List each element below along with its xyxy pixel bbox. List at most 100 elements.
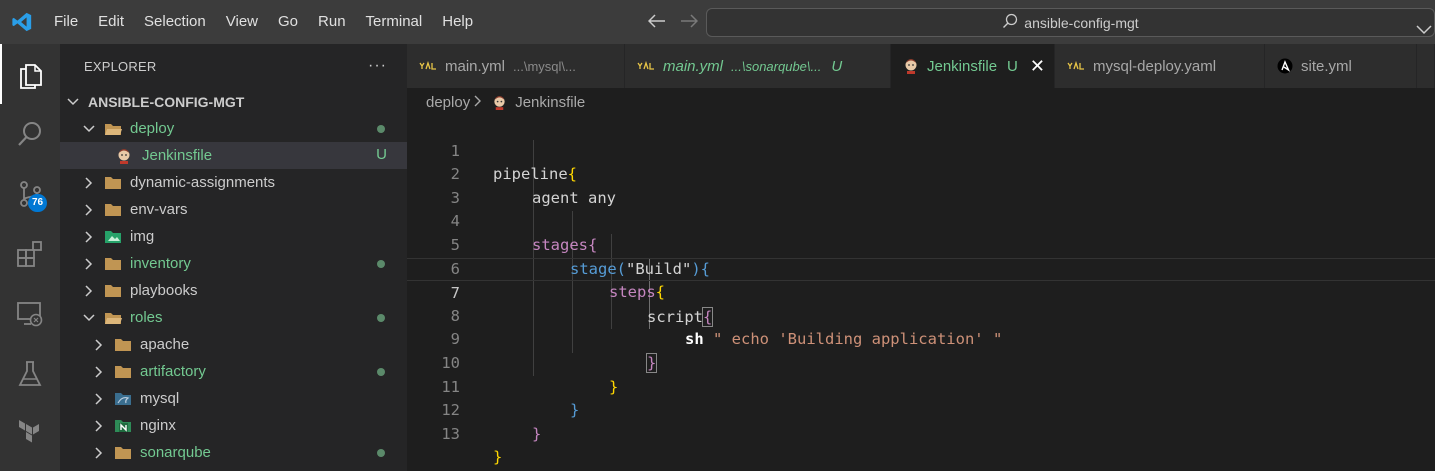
tab-overflow[interactable] bbox=[1417, 44, 1435, 88]
jenkins-icon bbox=[492, 95, 507, 110]
image-folder-icon bbox=[104, 229, 124, 245]
chevron-down-icon bbox=[82, 124, 96, 133]
modified-dot-icon bbox=[377, 449, 385, 457]
chevron-right-icon bbox=[92, 365, 106, 378]
chevron-right-icon bbox=[82, 176, 96, 189]
code-line: 11 } bbox=[441, 377, 580, 420]
chevron-right-icon bbox=[82, 284, 96, 297]
code-line: 6 steps{ bbox=[450, 259, 666, 302]
source-control-icon[interactable]: 76 bbox=[0, 164, 60, 224]
chevron-right-icon bbox=[82, 230, 96, 243]
tree-item-img[interactable]: img bbox=[60, 223, 407, 250]
back-arrow-icon[interactable] bbox=[646, 10, 668, 32]
menu-run[interactable]: Run bbox=[308, 0, 356, 44]
command-center-search[interactable]: ansible-config-mgt bbox=[706, 8, 1435, 37]
nginx-folder-icon bbox=[114, 418, 134, 434]
code-line: 12 } bbox=[441, 401, 542, 443]
folder-open-icon bbox=[104, 310, 124, 326]
code-line: 10 } bbox=[441, 353, 619, 396]
forward-arrow-icon[interactable] bbox=[678, 10, 700, 32]
tree-item-artifactory[interactable]: artifactory bbox=[60, 358, 407, 385]
chevron-right-icon bbox=[82, 257, 96, 270]
modified-dot-icon bbox=[377, 368, 385, 376]
chevron-down-icon bbox=[66, 97, 80, 106]
search-icon bbox=[1002, 13, 1018, 32]
code-line: 2 agent any bbox=[450, 165, 616, 207]
menu-terminal[interactable]: Terminal bbox=[356, 0, 433, 44]
folder-icon bbox=[114, 445, 134, 461]
chevron-down-icon[interactable] bbox=[1416, 22, 1432, 38]
chevron-down-icon bbox=[82, 313, 96, 322]
folder-icon bbox=[114, 337, 134, 353]
menu-bar: File Edit Selection View Go Run Terminal… bbox=[44, 0, 483, 44]
tree-item-env-vars[interactable]: env-vars bbox=[60, 196, 407, 223]
menu-go[interactable]: Go bbox=[268, 0, 308, 44]
explorer-title: EXPLORER bbox=[84, 58, 157, 74]
folder-icon bbox=[104, 283, 124, 299]
tab-mysql-deploy-yaml[interactable]: mysql-deploy.yaml bbox=[1055, 44, 1265, 88]
folder-icon bbox=[104, 256, 124, 272]
tree-item-playbooks[interactable]: playbooks bbox=[60, 277, 407, 304]
tree-item-apache[interactable]: apache bbox=[60, 331, 407, 358]
menu-view[interactable]: View bbox=[216, 0, 268, 44]
yaml-icon bbox=[1067, 61, 1085, 71]
tree-root[interactable]: ANSIBLE-CONFIG-MGT bbox=[60, 88, 407, 115]
extensions-icon[interactable] bbox=[0, 224, 60, 284]
chevron-right-icon bbox=[92, 338, 106, 351]
tree-item-mysql[interactable]: mysql bbox=[60, 385, 407, 412]
activity-bar: 76 bbox=[0, 44, 60, 471]
editor-tab-bar: main.yml ...\mysql\... main.yml ...\sona… bbox=[407, 44, 1435, 88]
code-editor[interactable]: 1 pipeline{ 2 agent any 3 4 stages{ 5 st… bbox=[407, 116, 1435, 471]
chevron-right-icon bbox=[92, 392, 106, 405]
menu-help[interactable]: Help bbox=[432, 0, 483, 44]
tree-item-nginx[interactable]: nginx bbox=[60, 412, 407, 439]
chevron-right-icon bbox=[82, 203, 96, 216]
tab-site-yml[interactable]: site.yml bbox=[1265, 44, 1417, 88]
yaml-icon bbox=[637, 61, 655, 71]
modified-dot-icon bbox=[377, 314, 385, 322]
folder-open-icon bbox=[104, 121, 124, 137]
tree-item-jenkinsfile[interactable]: Jenkinsfile U bbox=[60, 142, 407, 169]
code-line: 9 } bbox=[450, 330, 658, 373]
testing-flask-icon[interactable] bbox=[0, 344, 60, 404]
modified-dot-icon bbox=[377, 125, 385, 133]
workspace-root-label: ANSIBLE-CONFIG-MGT bbox=[88, 93, 245, 110]
tab-main-yml-mysql[interactable]: main.yml ...\mysql\... bbox=[407, 44, 625, 88]
modified-dot-icon bbox=[377, 260, 385, 268]
more-actions-icon[interactable]: ··· bbox=[368, 57, 387, 75]
code-line: 3 bbox=[450, 188, 460, 207]
ansible-icon bbox=[1277, 58, 1293, 74]
yaml-icon bbox=[419, 61, 437, 71]
remote-explorer-icon[interactable] bbox=[0, 284, 60, 344]
chevron-right-icon bbox=[92, 446, 106, 459]
tree-item-dynamic-assignments[interactable]: dynamic-assignments bbox=[60, 169, 407, 196]
code-line: 5 stage("Build"){ bbox=[450, 235, 710, 278]
scm-badge: 76 bbox=[28, 194, 47, 212]
menu-selection[interactable]: Selection bbox=[134, 0, 216, 44]
command-center-label: ansible-config-mgt bbox=[1024, 14, 1139, 31]
close-tab-icon[interactable]: ✕ bbox=[1030, 56, 1045, 77]
explorer-icon[interactable] bbox=[0, 44, 60, 104]
explorer-sidebar: EXPLORER ··· ANSIBLE-CONFIG-MGT deploy J… bbox=[60, 44, 407, 471]
code-line-current: 7 script{ bbox=[407, 257, 1435, 327]
code-line: 8 sh " echo 'Building application' " bbox=[450, 306, 1003, 349]
folder-icon bbox=[104, 175, 124, 191]
folder-icon bbox=[104, 202, 124, 218]
folder-icon bbox=[114, 364, 134, 380]
untracked-badge: U bbox=[376, 146, 387, 163]
terraform-icon[interactable] bbox=[0, 404, 60, 464]
tree-item-deploy[interactable]: deploy bbox=[60, 115, 407, 142]
menu-file[interactable]: File bbox=[44, 0, 88, 44]
tab-main-yml-sonarqube[interactable]: main.yml ...\sonarqube\... U bbox=[625, 44, 891, 88]
vscode-logo-icon bbox=[0, 0, 44, 44]
tree-item-inventory[interactable]: inventory bbox=[60, 250, 407, 277]
menu-edit[interactable]: Edit bbox=[88, 0, 134, 44]
breadcrumb-file[interactable]: Jenkinsfile bbox=[515, 94, 585, 111]
tree-item-sonarqube[interactable]: sonarqube bbox=[60, 439, 407, 466]
tab-jenkinsfile[interactable]: Jenkinsfile U ✕ bbox=[891, 44, 1055, 88]
tree-item-roles[interactable]: roles bbox=[60, 304, 407, 331]
jenkins-icon bbox=[903, 58, 919, 74]
mysql-folder-icon bbox=[114, 391, 134, 407]
search-icon[interactable] bbox=[0, 104, 60, 164]
breadcrumb-folder[interactable]: deploy bbox=[426, 94, 470, 111]
